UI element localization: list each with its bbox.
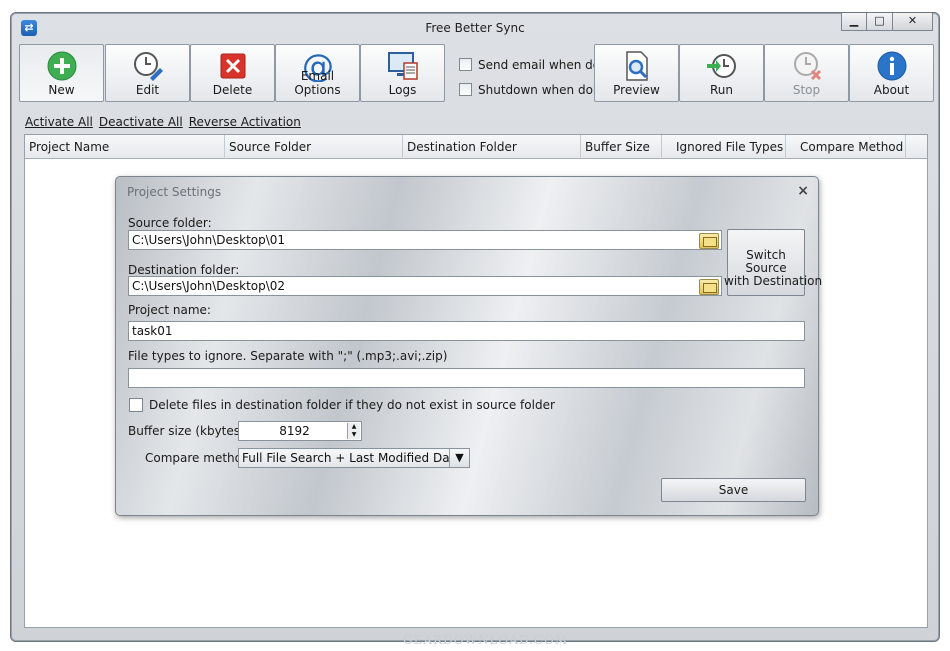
delete-button[interactable]: Delete — [190, 44, 275, 102]
buffer-down-arrow-icon[interactable]: ▼ — [347, 431, 360, 439]
about-button[interactable]: About — [849, 44, 934, 102]
email-options-button[interactable]: @ Email Options — [275, 44, 360, 102]
logs-button[interactable]: Logs — [360, 44, 445, 102]
edit-label: Edit — [135, 83, 160, 97]
clock-pencil-icon — [133, 52, 163, 81]
buffer-size-label: Buffer size (kbytes): — [128, 424, 249, 438]
x-square-icon — [220, 53, 245, 79]
activate-all-link[interactable]: Activate All — [25, 115, 93, 129]
source-browse-folder-icon[interactable] — [699, 233, 719, 249]
preview-label: Preview — [613, 83, 660, 97]
project-name-label: Project name: — [128, 303, 211, 317]
email-options-label: Email Options — [294, 69, 341, 97]
send-email-option[interactable]: Send email when done — [459, 52, 615, 77]
column-source-folder[interactable]: Source Folder — [225, 135, 403, 159]
dropdown-arrow-icon[interactable]: ▼ — [449, 449, 469, 467]
buffer-up-arrow-icon[interactable]: ▲ — [347, 423, 360, 431]
about-label: About — [873, 83, 910, 97]
send-email-checkbox[interactable] — [459, 58, 472, 71]
project-settings-dialog: Project Settings × Source folder: C:\Use… — [115, 176, 823, 516]
logs-label: Logs — [388, 83, 417, 97]
column-project-name[interactable]: Project Name — [25, 135, 225, 159]
preview-button[interactable]: Preview — [594, 44, 679, 102]
monitor-log-icon — [387, 52, 418, 80]
title-bar[interactable]: ⇄ Free Better Sync ▁ □ ✕ — [11, 13, 939, 43]
dialog-close-icon[interactable]: × — [797, 183, 809, 199]
stop-label: Stop — [792, 83, 821, 97]
save-button[interactable]: Save — [661, 478, 806, 502]
new-label: New — [48, 83, 75, 97]
ignore-types-field[interactable] — [128, 368, 805, 388]
destination-folder-label: Destination folder: — [128, 263, 240, 277]
reverse-activation-link[interactable]: Reverse Activation — [189, 115, 301, 129]
dialog-title: Project Settings — [127, 185, 222, 199]
info-icon — [877, 51, 906, 81]
run-label: Run — [709, 83, 733, 97]
window-title: Free Better Sync — [425, 21, 525, 35]
destination-folder-value: C:\Users\John\Desktop\02 — [132, 279, 286, 293]
run-button[interactable]: Run — [679, 44, 764, 102]
new-button[interactable]: New — [19, 44, 104, 102]
plus-circle-icon — [47, 51, 76, 81]
compare-method-select[interactable]: Full File Search + Last Modified Date ▼ — [238, 448, 470, 468]
delete-missing-checkbox[interactable] — [129, 398, 143, 412]
close-button[interactable]: ✕ — [893, 13, 933, 31]
destination-folder-field[interactable]: C:\Users\John\Desktop\02 — [128, 276, 722, 296]
project-name-field[interactable]: task01 — [128, 321, 805, 341]
edit-button[interactable]: Edit — [105, 44, 190, 102]
shutdown-option[interactable]: Shutdown when done — [459, 77, 615, 102]
delete-missing-label: Delete files in destination folder if th… — [149, 398, 555, 412]
column-ignored-file-types[interactable]: Ignored File Types — [662, 135, 786, 159]
delete-missing-option[interactable]: Delete files in destination folder if th… — [129, 398, 555, 412]
buffer-size-value: 8192 — [279, 424, 310, 438]
shutdown-label: Shutdown when done — [478, 82, 608, 97]
stop-button[interactable]: Stop — [764, 44, 849, 102]
clock-arrow-icon — [706, 54, 736, 78]
toolbar-options: Send email when done Shutdown when done — [459, 52, 615, 102]
switch-button-line2: with Destination — [724, 274, 823, 288]
minimize-button[interactable]: ▁ — [841, 13, 867, 31]
deactivate-all-link[interactable]: Deactivate All — [99, 115, 183, 129]
source-folder-field[interactable]: C:\Users\John\Desktop\01 — [128, 230, 722, 250]
watermark: GEARDOWNLOAD.COM — [403, 633, 569, 647]
maximize-button[interactable]: □ — [867, 13, 893, 31]
buffer-size-stepper[interactable]: 8192 ▲ ▼ — [238, 421, 362, 441]
clock-x-icon — [793, 52, 821, 81]
column-compare-method[interactable]: Compare Method — [786, 135, 906, 159]
column-buffer-size[interactable]: Buffer Size — [581, 135, 662, 159]
source-folder-label: Source folder: — [128, 216, 212, 230]
shutdown-checkbox[interactable] — [459, 83, 472, 96]
ignore-types-label: File types to ignore. Separate with ";" … — [128, 349, 448, 363]
document-magnifier-icon — [625, 51, 648, 81]
compare-method-value: Full File Search + Last Modified Date — [242, 451, 462, 465]
destination-browse-folder-icon[interactable] — [699, 279, 719, 295]
delete-label: Delete — [212, 83, 253, 97]
grid-header: Project Name Source Folder Destination F… — [25, 135, 927, 159]
toolbar: New Edit Delete @ Email Options Logs Sen… — [19, 44, 934, 104]
source-folder-value: C:\Users\John\Desktop\01 — [132, 233, 286, 247]
column-destination-folder[interactable]: Destination Folder — [403, 135, 581, 159]
switch-button-line1: Switch Source — [745, 248, 787, 275]
switch-source-destination-button[interactable]: Switch Source with Destination — [724, 229, 823, 296]
activation-links: Activate All Deactivate All Reverse Acti… — [25, 115, 301, 129]
